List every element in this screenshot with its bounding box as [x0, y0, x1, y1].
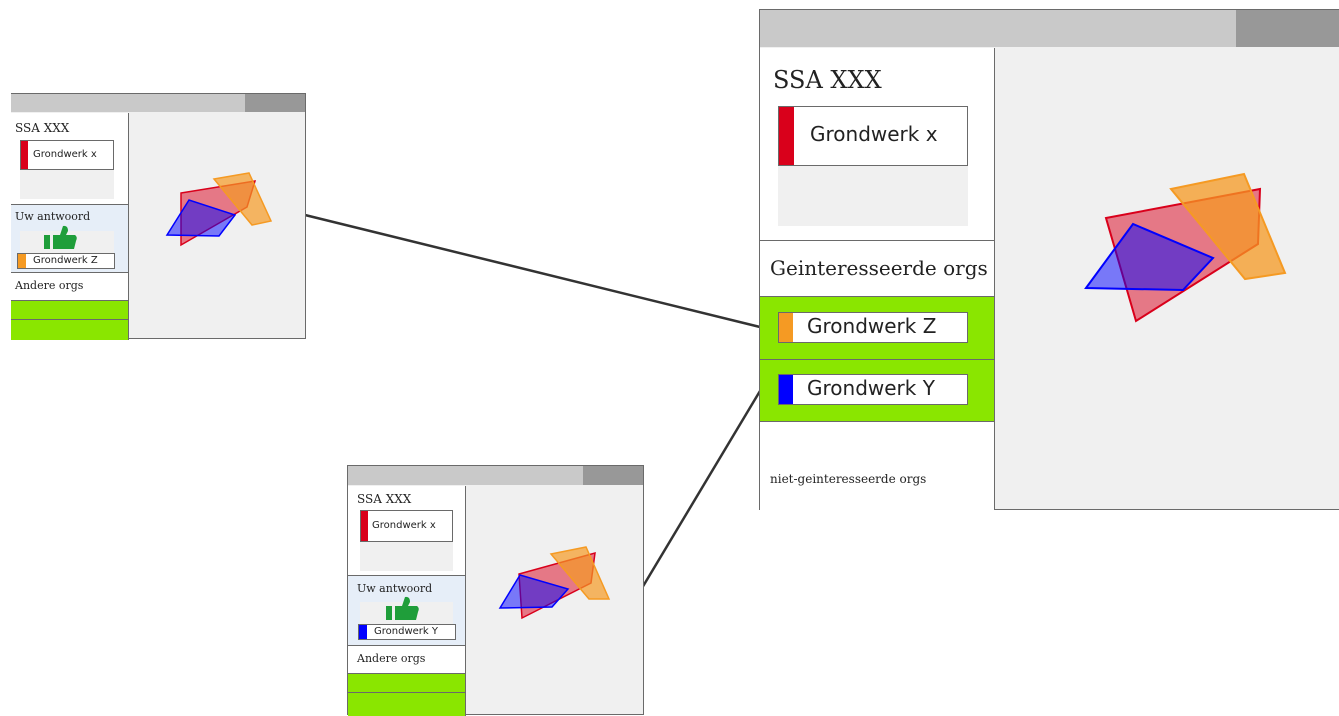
- main-interested-org-y[interactable]: Grondwerk Y: [760, 360, 994, 422]
- main-interested-org-z[interactable]: Grondwerk Z: [760, 297, 994, 360]
- main-titlebar: [760, 10, 1339, 47]
- small-z-other-org-row[interactable]: [11, 301, 128, 320]
- small-z-map-canvas[interactable]: [130, 113, 306, 340]
- main-header-section: SSA XXX Grondwerk x: [760, 48, 994, 241]
- small-y-other-org-row[interactable]: [348, 674, 465, 693]
- connector-y: [640, 390, 762, 589]
- small-z-app-title: SSA XXX: [15, 121, 70, 135]
- small-y-others-section: Andere orgs: [348, 646, 465, 674]
- small-z-answer-org-card[interactable]: Grondwerk Z: [17, 253, 115, 269]
- small-y-answer-label: Uw antwoord: [357, 582, 433, 595]
- small-z-others-label: Andere orgs: [15, 279, 84, 292]
- org-y-color-marker: [779, 375, 793, 404]
- small-window-y: SSA XXX Grondwerk x Uw antwoord Grondwer…: [347, 465, 645, 716]
- small-y-titlebar-button[interactable]: [583, 466, 643, 485]
- small-z-answer-section: Uw antwoord Grondwerk Z: [11, 205, 128, 273]
- main-map-canvas[interactable]: [996, 48, 1339, 510]
- main-titlebar-button[interactable]: [1236, 10, 1339, 47]
- small-y-sidebar: SSA XXX Grondwerk x Uw antwoord Grondwer…: [348, 486, 466, 716]
- small-window-z: SSA XXX Grondwerk x Uw antwoord Grondwer…: [11, 93, 306, 340]
- small-y-own-org-card[interactable]: Grondwerk x: [360, 510, 453, 542]
- org-x-color-marker: [361, 511, 368, 541]
- small-z-titlebar: [11, 94, 305, 112]
- main-own-org-card[interactable]: Grondwerk x: [778, 106, 968, 166]
- small-z-answer-org-label: Grondwerk Z: [33, 255, 98, 266]
- main-sidebar: SSA XXX Grondwerk x Geinteresseerde orgs…: [760, 48, 995, 510]
- small-z-answer-label: Uw antwoord: [15, 210, 91, 223]
- small-z-other-org-row[interactable]: [11, 320, 128, 340]
- small-z-own-org-label: Grondwerk x: [33, 149, 97, 160]
- small-y-answer-section: Uw antwoord Grondwerk Y: [348, 576, 465, 646]
- small-z-header-section: SSA XXX Grondwerk x: [11, 113, 128, 205]
- main-interested-header-label: Geinteresseerde orgs: [770, 256, 988, 280]
- small-z-titlebar-button[interactable]: [245, 94, 305, 112]
- small-z-sidebar: SSA XXX Grondwerk x Uw antwoord Grondwer…: [11, 113, 129, 340]
- org-x-color-marker: [21, 141, 28, 169]
- small-z-own-org-card[interactable]: Grondwerk x: [20, 140, 114, 170]
- small-y-own-org-label: Grondwerk x: [372, 520, 436, 531]
- small-y-header-section: SSA XXX Grondwerk x: [348, 486, 465, 576]
- small-y-titlebar: [348, 466, 643, 485]
- main-not-interested-label: niet-geinteresseerde orgs: [770, 472, 927, 486]
- small-z-own-org-placeholder: [20, 170, 114, 199]
- main-own-org-placeholder: [778, 166, 968, 226]
- main-window: SSA XXX Grondwerk x Geinteresseerde orgs…: [759, 9, 1339, 510]
- small-y-answer-org-label: Grondwerk Y: [374, 626, 438, 637]
- org-x-color-marker: [779, 107, 794, 165]
- connector-z: [304, 213, 761, 329]
- main-org-z-label: Grondwerk Z: [807, 314, 937, 338]
- small-y-answer-org-card[interactable]: Grondwerk Y: [358, 624, 456, 640]
- small-y-others-label: Andere orgs: [357, 652, 426, 665]
- main-app-title: SSA XXX: [773, 66, 882, 94]
- main-org-y-label: Grondwerk Y: [807, 376, 935, 400]
- main-own-org-label: Grondwerk x: [810, 122, 938, 146]
- main-interested-header: Geinteresseerde orgs: [760, 241, 994, 297]
- thumbs-up-icon: [44, 225, 77, 249]
- main-not-interested-section: niet-geinteresseerde orgs: [760, 422, 994, 510]
- small-z-others-section: Andere orgs: [11, 273, 128, 301]
- small-y-own-org-placeholder: [360, 542, 453, 571]
- small-y-app-title: SSA XXX: [357, 492, 412, 506]
- main-org-y-card[interactable]: Grondwerk Y: [778, 374, 968, 405]
- small-y-map-canvas[interactable]: [467, 486, 645, 716]
- org-z-color-marker: [18, 254, 26, 268]
- small-y-other-org-row[interactable]: [348, 693, 465, 716]
- main-org-z-card[interactable]: Grondwerk Z: [778, 312, 968, 343]
- org-y-color-marker: [359, 625, 367, 639]
- org-z-color-marker: [779, 313, 793, 342]
- thumbs-up-icon: [386, 596, 419, 620]
